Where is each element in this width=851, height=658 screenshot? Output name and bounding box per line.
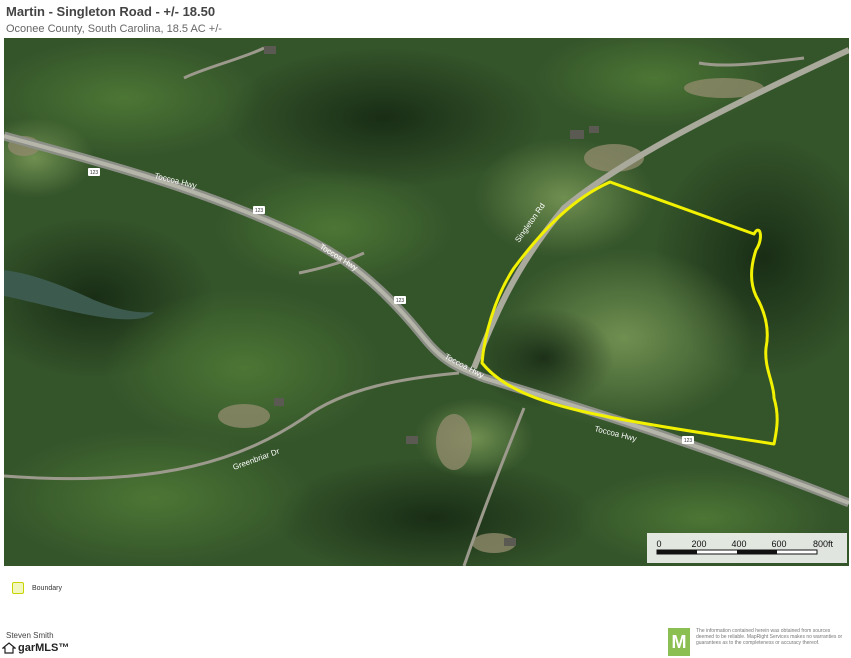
mapright-logo: M [668,628,690,656]
mls-brand: garMLS™ [18,642,70,654]
aerial-map[interactable]: Toccoa Hwy Toccoa Hwy Toccoa Hwy Toccoa … [4,38,849,566]
scale-tick: 200 [691,539,706,549]
house-icon [2,642,16,654]
route-shield: 123 [90,170,99,176]
scale-tick: 0 [656,539,661,549]
page-title: Martin - Singleton Road - +/- 18.50 [6,4,216,19]
scale-bar: 0 200 400 600 800ft [647,533,847,563]
scale-tick: 400 [731,539,746,549]
legend-label: Boundary [32,584,62,592]
map-canvas: Toccoa Hwy Toccoa Hwy Toccoa Hwy Toccoa … [4,38,849,566]
mls-logo: garMLS™ [2,642,69,654]
disclaimer-text: The information contained herein was obt… [696,628,843,646]
page-subtitle: Oconee County, South Carolina, 18.5 AC +… [6,23,222,35]
agent-name: Steven Smith [6,631,54,640]
route-shield: 123 [255,208,264,214]
header: Martin - Singleton Road - +/- 18.50 Ocon… [6,4,222,36]
scale-tick: 800ft [813,539,834,549]
route-shield: 123 [396,298,405,304]
route-shield: 123 [684,438,693,444]
disclaimer-box: M The information contained herein was o… [668,628,846,656]
boundary-swatch-icon [12,582,24,594]
scale-tick: 600 [771,539,786,549]
map-legend: Boundary [12,582,62,594]
